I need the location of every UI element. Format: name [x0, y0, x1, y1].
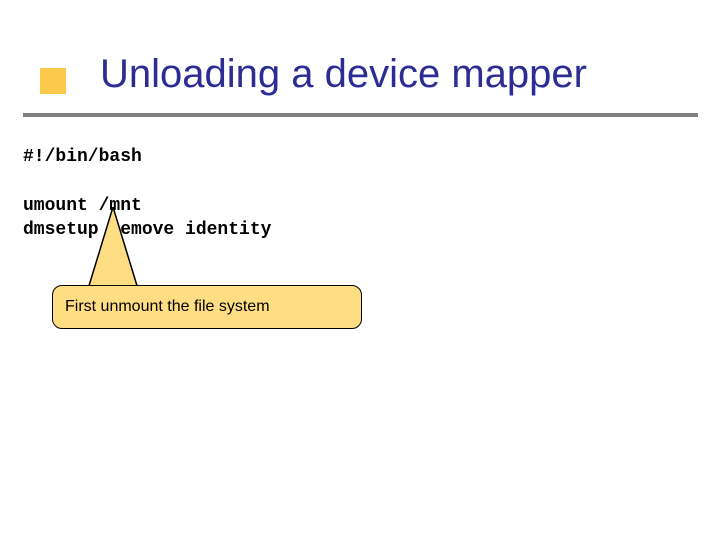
- callout-text: First unmount the file system: [65, 298, 270, 316]
- code-block: #!/bin/bash umount /mnt dmsetup remove i…: [23, 145, 271, 242]
- slide: Unloading a device mapper #!/bin/bash um…: [0, 0, 720, 540]
- code-line-shebang: #!/bin/bash: [23, 147, 142, 167]
- slide-title: Unloading a device mapper: [100, 52, 587, 97]
- code-line-umount: umount /mnt: [23, 196, 142, 216]
- title-underline: [23, 113, 698, 117]
- callout-box: First unmount the file system: [52, 285, 362, 329]
- title-bullet-icon: [40, 68, 66, 94]
- code-line-dmsetup: dmsetup remove identity: [23, 220, 271, 240]
